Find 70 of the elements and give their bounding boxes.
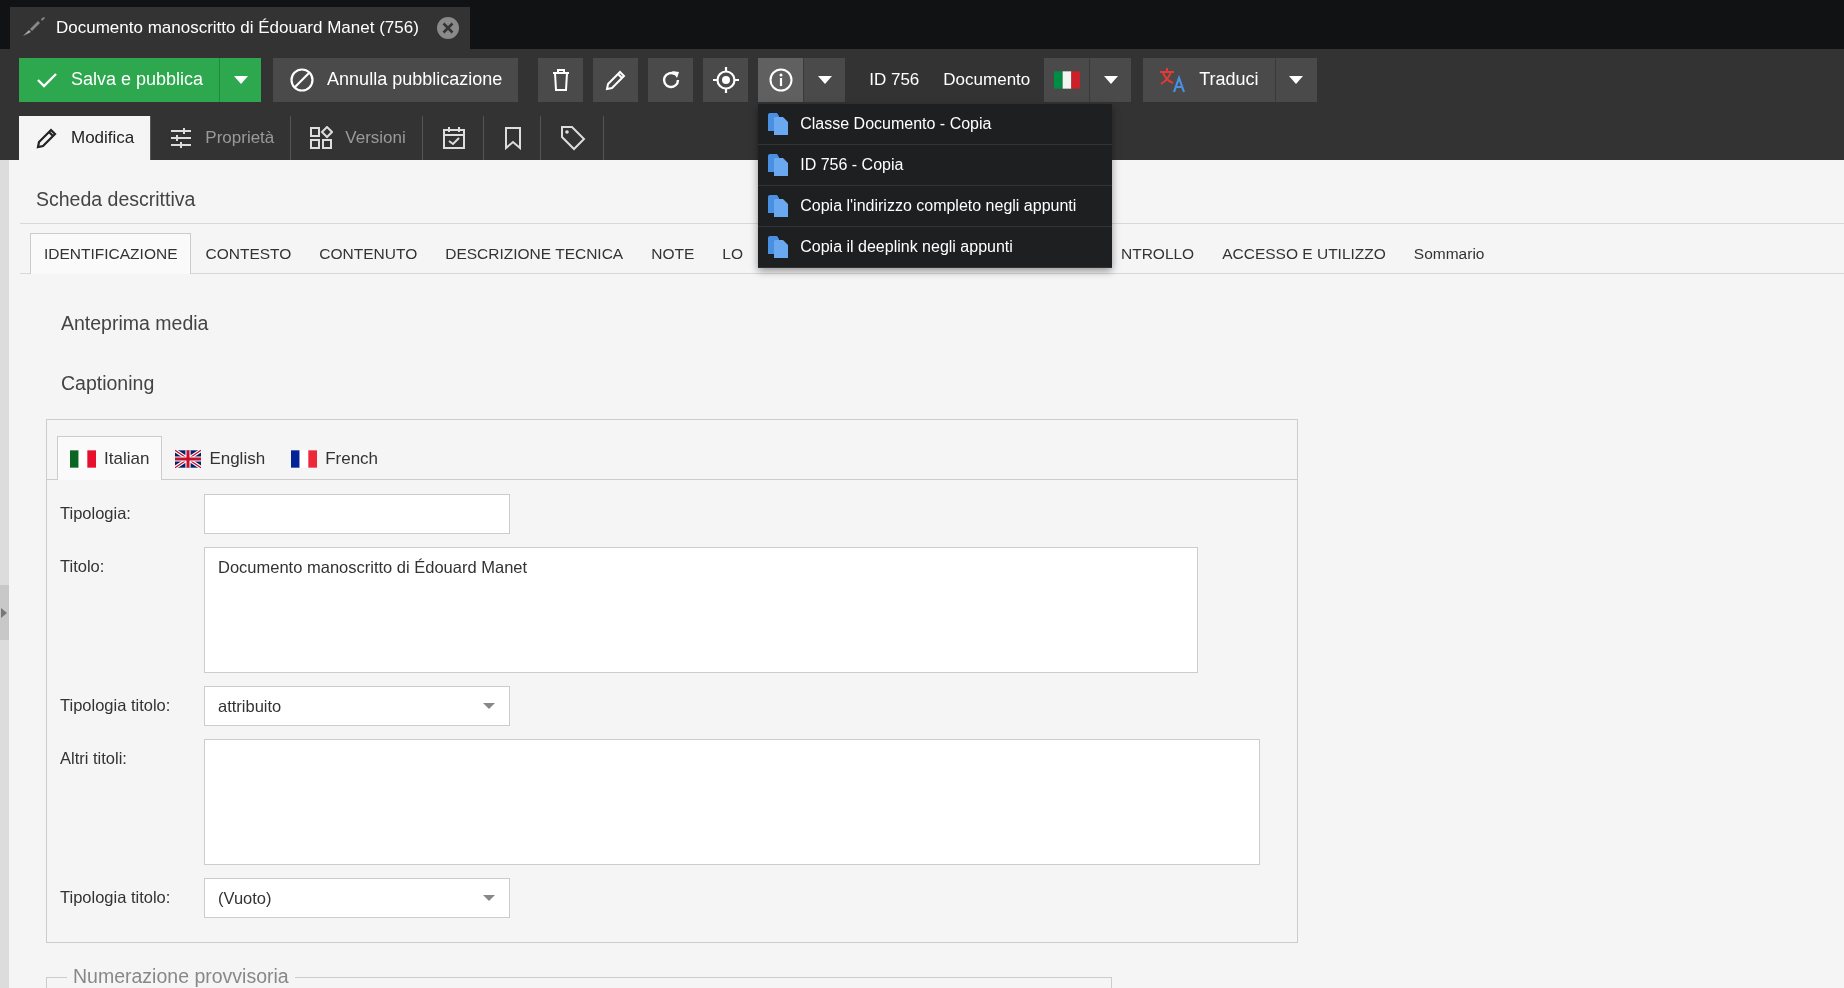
section-tab[interactable]: ACCESSO E UTILIZZO xyxy=(1208,233,1400,274)
sliders-icon xyxy=(169,126,194,150)
calendar-icon xyxy=(441,126,466,150)
section-tab[interactable]: NOTE xyxy=(637,233,709,274)
flag-icon xyxy=(70,448,96,469)
document-tab[interactable]: Documento manoscritto di Édouard Manet (756) xyxy=(10,7,470,49)
caret-icon xyxy=(816,74,833,85)
info-options-button[interactable] xyxy=(803,57,846,102)
close-icon[interactable] xyxy=(436,16,460,40)
translate-options-button[interactable] xyxy=(1274,57,1317,102)
field-label: Titolo: xyxy=(59,556,106,577)
edit-button[interactable] xyxy=(593,57,639,102)
text-area[interactable]: Documento manoscritto di Édouard Manet xyxy=(204,547,1198,673)
menu-item[interactable]: Copia il deeplink negli appunti xyxy=(758,226,1113,268)
copy-icon xyxy=(766,111,791,136)
language-options-button[interactable] xyxy=(1089,57,1132,102)
pencil-icon xyxy=(35,126,59,150)
section-tab[interactable]: CONTENUTO xyxy=(305,233,432,274)
menu-item[interactable]: Classe Documento - Copia xyxy=(758,103,1113,145)
class-label: Documento xyxy=(943,69,1031,90)
menu-item[interactable]: ID 756 - Copia xyxy=(758,144,1113,186)
delete-button[interactable] xyxy=(538,57,584,102)
section-tab[interactable]: IDENTIFICAZIONE xyxy=(30,233,192,274)
language-button[interactable] xyxy=(1044,57,1090,102)
input-field[interactable] xyxy=(204,494,510,534)
copy-icon xyxy=(766,193,791,218)
flag-icon xyxy=(291,448,318,469)
edit-tab[interactable]: Modifica xyxy=(19,116,152,160)
caret-icon xyxy=(482,894,496,902)
info-button[interactable] xyxy=(758,57,804,102)
menu-item[interactable]: Copia l'indirizzo completo negli appunti xyxy=(758,185,1113,227)
field-label: Altri titoli: xyxy=(59,748,128,769)
crosshair-icon xyxy=(711,65,740,94)
refresh-button[interactable] xyxy=(648,57,694,102)
bookmark-icon xyxy=(502,126,523,150)
select-field[interactable]: (Vuoto) xyxy=(204,878,510,918)
section-tab[interactable]: CONTESTO xyxy=(191,233,306,274)
widgets-icon xyxy=(309,126,334,150)
unpublish-button[interactable]: Annulla pubblicazione xyxy=(273,57,519,102)
section-heading: Captioning xyxy=(60,372,156,395)
section-heading: Anteprima media xyxy=(60,312,210,335)
caret-icon xyxy=(482,702,496,710)
copy-icon xyxy=(766,234,791,259)
caret-icon xyxy=(1102,74,1119,85)
expand-handle[interactable] xyxy=(0,585,9,640)
save-options-button[interactable] xyxy=(219,57,262,102)
flag-icon xyxy=(175,448,202,469)
section-tab[interactable]: DESCRIZIONE TECNICA xyxy=(431,233,638,274)
forbidden-icon xyxy=(289,66,316,93)
info-icon xyxy=(767,66,794,93)
translate-icon xyxy=(1159,66,1188,93)
tag-icon xyxy=(559,125,586,151)
select-field[interactable]: attribuito xyxy=(204,686,510,726)
language-tab[interactable]: French xyxy=(278,436,392,480)
field-label: Tipologia: xyxy=(59,503,132,524)
caret-icon xyxy=(1288,74,1305,85)
section-tab[interactable]: Sommario xyxy=(1399,233,1499,274)
section-tab[interactable]: LO xyxy=(708,233,757,274)
translate-button[interactable]: Traduci xyxy=(1143,57,1275,102)
fieldset-legend: Numerazione provvisoria xyxy=(67,965,295,988)
language-tab[interactable]: English xyxy=(162,436,279,480)
copy-icon xyxy=(766,152,791,177)
flag-icon xyxy=(1053,69,1080,90)
id-label: ID 756 xyxy=(869,69,920,90)
caret-icon xyxy=(232,74,249,85)
field-label: Tipologia titolo: xyxy=(59,887,172,908)
field-label: Tipologia titolo: xyxy=(59,695,172,716)
target-button[interactable] xyxy=(703,57,749,102)
document-title: Documento manoscritto di Édouard Manet (756) xyxy=(56,18,420,38)
language-tab[interactable]: Italian xyxy=(57,436,163,480)
